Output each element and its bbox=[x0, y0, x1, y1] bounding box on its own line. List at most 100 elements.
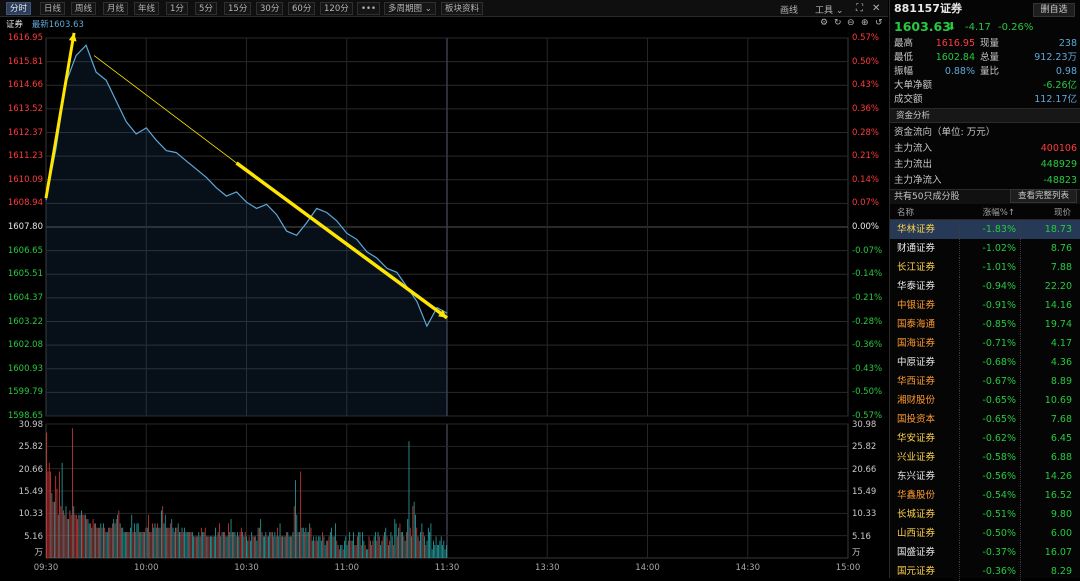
volume-bar bbox=[182, 528, 183, 558]
intraday-chart bbox=[0, 0, 888, 578]
volume-bar bbox=[148, 515, 149, 558]
stock-row[interactable]: 华安证券-0.62%6.45 bbox=[890, 429, 1080, 448]
stock-row[interactable]: 华西证券-0.67%8.89 bbox=[890, 372, 1080, 391]
volume-unit-label: 万 bbox=[0, 548, 44, 558]
volume-bar bbox=[109, 528, 110, 558]
x-tick-label: 15:00 bbox=[836, 563, 861, 573]
stock-row[interactable]: 华林证券-1.83%18.73 bbox=[890, 220, 1080, 239]
volume-bar bbox=[176, 528, 177, 558]
volume-bar bbox=[347, 545, 348, 558]
volume-bar bbox=[76, 515, 77, 558]
volume-bar bbox=[245, 532, 246, 558]
stock-price: 7.88 bbox=[1051, 258, 1072, 277]
volume-bar bbox=[282, 536, 283, 558]
volume-bar bbox=[313, 536, 314, 558]
stock-row[interactable]: 长江证券-1.01%7.88 bbox=[890, 258, 1080, 277]
volume-bar bbox=[431, 523, 432, 558]
volume-bar bbox=[358, 532, 359, 558]
pct-tick-label: 0.28% bbox=[852, 128, 879, 138]
volume-bar bbox=[440, 541, 441, 558]
volume-bar bbox=[152, 523, 153, 558]
volume-bar bbox=[173, 528, 174, 558]
stock-row[interactable]: 长城证券-0.51%9.80 bbox=[890, 505, 1080, 524]
stock-row[interactable]: 国元证券 -0.36% 8.29 bbox=[890, 562, 1080, 581]
stock-row[interactable]: 国盛证券-0.37%16.07 bbox=[890, 543, 1080, 562]
volume-bar bbox=[418, 536, 419, 558]
x-tick-label: 13:30 bbox=[535, 563, 560, 573]
volume-bar bbox=[231, 519, 232, 558]
pct-tick-label: -0.36% bbox=[852, 340, 882, 350]
volume-bar bbox=[85, 515, 86, 558]
stock-row[interactable]: 华泰证券-0.94%22.20 bbox=[890, 277, 1080, 296]
volume-bar bbox=[60, 506, 61, 558]
volume-bar bbox=[362, 532, 363, 558]
y-tick-label: 1614.66 bbox=[0, 80, 44, 90]
volume-bar bbox=[232, 532, 233, 558]
pct-tick-label: 0.00% bbox=[852, 222, 879, 232]
y-tick-label: 1607.80 bbox=[0, 222, 44, 232]
volume-bar bbox=[225, 536, 226, 558]
volume-bar bbox=[445, 549, 446, 558]
stock-row[interactable]: 华鑫股份-0.54%16.52 bbox=[890, 486, 1080, 505]
col-pct-header[interactable]: 涨幅%↑ bbox=[983, 207, 1015, 219]
stock-price: 8.29 bbox=[1051, 562, 1072, 581]
volume-bar bbox=[428, 528, 429, 558]
y-tick-label: 1615.81 bbox=[0, 57, 44, 67]
pct-tick-label: 0.50% bbox=[852, 57, 879, 67]
y-tick-label: 1608.94 bbox=[0, 198, 44, 208]
volume-bar bbox=[209, 536, 210, 558]
volume-bar bbox=[327, 541, 328, 558]
pct-tick-label: 0.14% bbox=[852, 175, 879, 185]
stock-row[interactable]: 财通证券-1.02%8.76 bbox=[890, 239, 1080, 258]
volume-bar bbox=[210, 536, 211, 558]
stock-name: 华林证券 bbox=[897, 220, 935, 239]
stat-label: 量比 bbox=[980, 66, 999, 78]
stock-row[interactable]: 山西证券-0.50%6.00 bbox=[890, 524, 1080, 543]
col-price-header[interactable]: 现价 bbox=[1054, 207, 1071, 219]
stock-change-pct: -0.67% bbox=[982, 372, 1016, 391]
volume-bar bbox=[333, 536, 334, 558]
volume-bar bbox=[223, 532, 224, 558]
stock-row[interactable]: 兴业证券-0.58%6.88 bbox=[890, 448, 1080, 467]
volume-bar bbox=[214, 536, 215, 558]
remove-watchlist-button[interactable]: 删自选 bbox=[1033, 3, 1075, 17]
volume-bar bbox=[99, 528, 100, 558]
volume-bar bbox=[291, 536, 292, 558]
stock-row[interactable]: 国投资本-0.65%7.68 bbox=[890, 410, 1080, 429]
volume-bar bbox=[139, 532, 140, 558]
stock-row[interactable]: 东兴证券-0.56%14.26 bbox=[890, 467, 1080, 486]
stock-row[interactable]: 中银证券-0.91%14.16 bbox=[890, 296, 1080, 315]
volume-tick-label: 5.16 bbox=[852, 532, 871, 542]
stock-row[interactable]: 中原证券-0.68%4.36 bbox=[890, 353, 1080, 372]
volume-bar bbox=[195, 536, 196, 558]
volume-bar bbox=[183, 532, 184, 558]
volume-bar bbox=[251, 532, 252, 558]
volume-bar bbox=[443, 541, 444, 558]
view-full-list-button[interactable]: 查看完整列表 bbox=[1010, 189, 1077, 203]
col-name-header[interactable]: 名称 bbox=[897, 207, 914, 219]
volume-bar bbox=[304, 532, 305, 558]
volume-bar bbox=[147, 528, 148, 558]
volume-bar bbox=[437, 545, 438, 558]
volume-bar bbox=[188, 532, 189, 558]
volume-bar bbox=[277, 528, 278, 558]
volume-tick-label: 25.82 bbox=[0, 442, 44, 452]
stock-price: 14.26 bbox=[1045, 467, 1072, 486]
stock-name: 国元证券 bbox=[897, 562, 935, 581]
volume-bar bbox=[219, 523, 220, 558]
stock-row[interactable]: 国海证券-0.71%4.17 bbox=[890, 334, 1080, 353]
stock-change-pct: -0.36% bbox=[982, 562, 1016, 581]
volume-bar bbox=[104, 528, 105, 558]
stat-label: 最高 bbox=[894, 38, 913, 50]
volume-bar bbox=[193, 536, 194, 558]
component-count: 共有50只成分股 bbox=[894, 191, 959, 203]
volume-bar bbox=[156, 528, 157, 558]
volume-bar bbox=[118, 510, 119, 558]
stock-row[interactable]: 湘财股份-0.65%10.69 bbox=[890, 391, 1080, 410]
volume-bar bbox=[108, 528, 109, 558]
volume-bar bbox=[121, 528, 122, 558]
volume-bar bbox=[302, 528, 303, 558]
stock-change-pct: -0.62% bbox=[982, 429, 1016, 448]
volume-bar bbox=[228, 523, 229, 558]
stock-row[interactable]: 国泰海通-0.85%19.74 bbox=[890, 315, 1080, 334]
